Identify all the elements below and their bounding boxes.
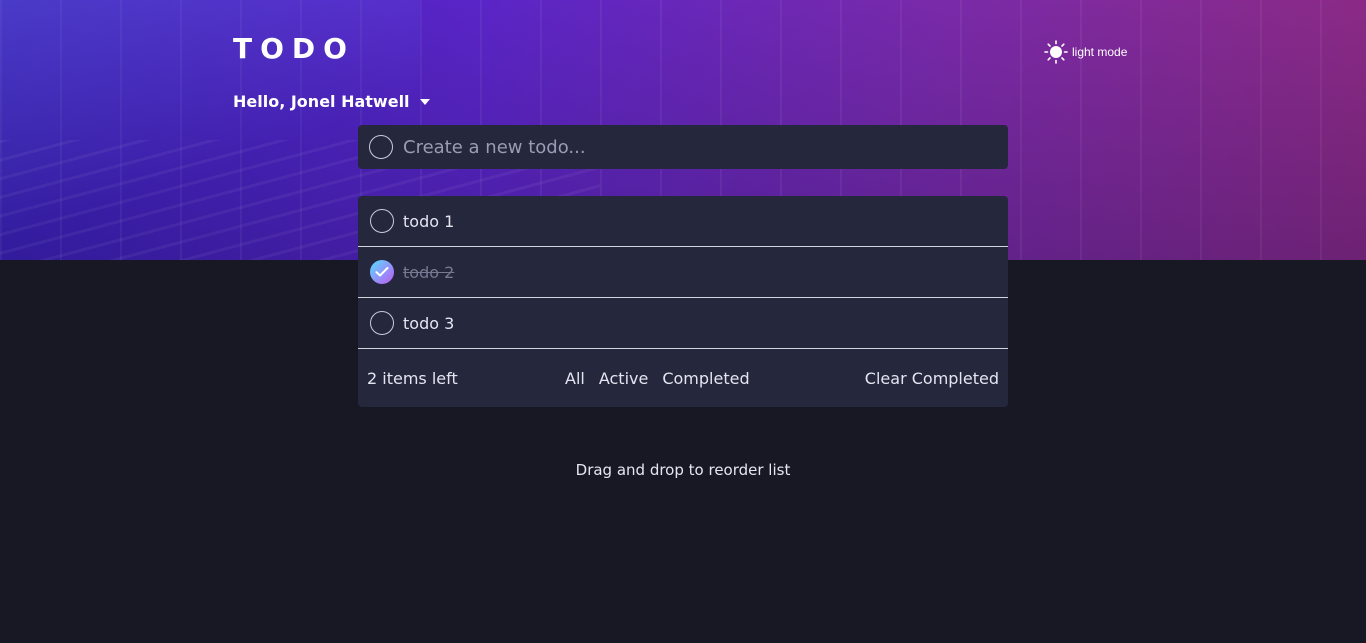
new-todo-circle-icon[interactable] (369, 135, 393, 159)
caret-down-icon (419, 98, 430, 105)
checkmark-icon (375, 267, 389, 277)
todo-label: todo 2 (403, 262, 455, 282)
sun-icon (1044, 40, 1068, 64)
todo-label: todo 1 (403, 211, 455, 231)
todo-checkbox[interactable] (370, 311, 394, 335)
reorder-hint: Drag and drop to reorder list (575, 461, 791, 479)
user-menu[interactable]: Hello, Jonel Hatwell (233, 92, 430, 111)
filter-tabs: All Active Completed (565, 369, 750, 388)
app-logo: TODO (233, 32, 355, 65)
todo-list: todo 1 todo 2 todo 3 2 items left All Ac… (358, 196, 1008, 407)
items-left-count: 2 items left (367, 368, 458, 388)
new-todo-bar (358, 125, 1008, 169)
list-item[interactable]: todo 3 (358, 298, 1008, 349)
todo-checkbox-checked[interactable] (370, 260, 394, 284)
list-item[interactable]: todo 2 (358, 247, 1008, 298)
theme-toggle-button[interactable]: light mode (1044, 40, 1127, 64)
todo-checkbox[interactable] (370, 209, 394, 233)
todo-label: todo 3 (403, 313, 455, 333)
clear-completed-button[interactable]: Clear Completed (865, 369, 999, 388)
theme-toggle-label: light mode (1072, 45, 1128, 59)
filter-all[interactable]: All (565, 369, 585, 388)
filter-completed[interactable]: Completed (662, 369, 749, 388)
user-greeting: Hello, Jonel Hatwell (233, 92, 410, 111)
filter-active[interactable]: Active (599, 369, 649, 388)
new-todo-input[interactable] (403, 136, 963, 158)
list-footer: 2 items left All Active Completed Clear … (358, 349, 1008, 407)
list-item[interactable]: todo 1 (358, 196, 1008, 247)
